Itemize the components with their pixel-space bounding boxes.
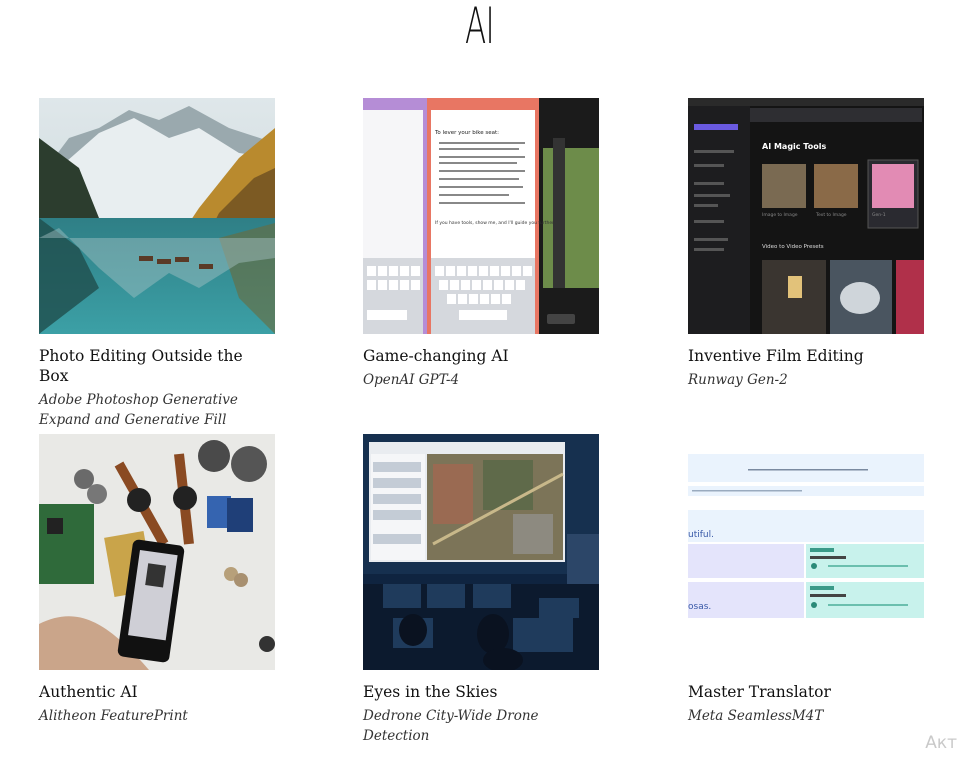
card-subtitle: Runway Gen-2 [688, 372, 788, 388]
card-title[interactable]: Inventive Film Editing [688, 346, 924, 366]
translated-text-fragment-1: utiful. [688, 530, 714, 540]
card-subtitle: Dedrone City-Wide Drone Detection [363, 708, 539, 744]
translated-text-fragment-2: osas. [688, 602, 711, 612]
app-heading: AI Magic Tools [762, 142, 826, 151]
card-title[interactable]: Master Translator [688, 682, 924, 702]
watches-gears-phone-image [39, 434, 275, 670]
watermark-text: Акт [925, 733, 957, 753]
mountain-lake-image [39, 98, 275, 334]
card-image-dark-app[interactable]: AI Magic Tools Image to Image Text to Im… [688, 98, 924, 334]
card-game-changing-ai[interactable]: To lever your bike seat: If you have too… [363, 98, 599, 390]
phone-screens-image: To lever your bike seat: If you have too… [363, 98, 599, 334]
card-title[interactable]: Game-changing AI [363, 346, 599, 366]
card-subtitle: OpenAI GPT-4 [363, 372, 460, 388]
card-film-editing[interactable]: AI Magic Tools Image to Image Text to Im… [688, 98, 924, 390]
tool-label-2: Text to Image [815, 212, 847, 218]
card-image-control-room[interactable] [363, 434, 599, 670]
card-photo-editing[interactable]: Photo Editing Outside the Box Adobe Phot… [39, 98, 275, 430]
page-title: AI [464, 0, 495, 55]
card-image-phone-screens[interactable]: To lever your bike seat: If you have too… [363, 98, 599, 334]
card-image-mountain-lake[interactable] [39, 98, 275, 334]
presets-heading: Video to Video Presets [762, 244, 824, 250]
card-subtitle: Adobe Photoshop Generative Expand and Ge… [39, 392, 238, 428]
card-subtitle: Alitheon FeaturePrint [39, 708, 188, 724]
card-eyes-in-skies[interactable]: Eyes in the Skies Dedrone City-Wide Dron… [363, 434, 599, 746]
dark-app-interface-image: AI Magic Tools Image to Image Text to Im… [688, 98, 924, 334]
card-authentic-ai[interactable]: Authentic AI Alitheon FeaturePrint [39, 434, 275, 726]
tool-label-3: Gen-1 [872, 212, 886, 218]
translator-ui-image: utiful. osas. [688, 434, 924, 670]
card-title[interactable]: Authentic AI [39, 682, 275, 702]
chat-heading: To lever your bike seat: [434, 130, 499, 136]
control-room-image [363, 434, 599, 670]
card-subtitle: Meta SeamlessM4T [688, 708, 824, 724]
card-image-watches-phone[interactable] [39, 434, 275, 670]
tool-label-1: Image to Image [762, 212, 798, 218]
chat-footer: If you have tools, show me, and I'll gui… [435, 220, 555, 226]
card-title[interactable]: Photo Editing Outside the Box [39, 346, 275, 386]
card-title[interactable]: Eyes in the Skies [363, 682, 599, 702]
card-image-translator-ui[interactable]: utiful. osas. [688, 434, 924, 670]
card-master-translator[interactable]: utiful. osas. Master Translator Meta Sea… [688, 434, 924, 726]
